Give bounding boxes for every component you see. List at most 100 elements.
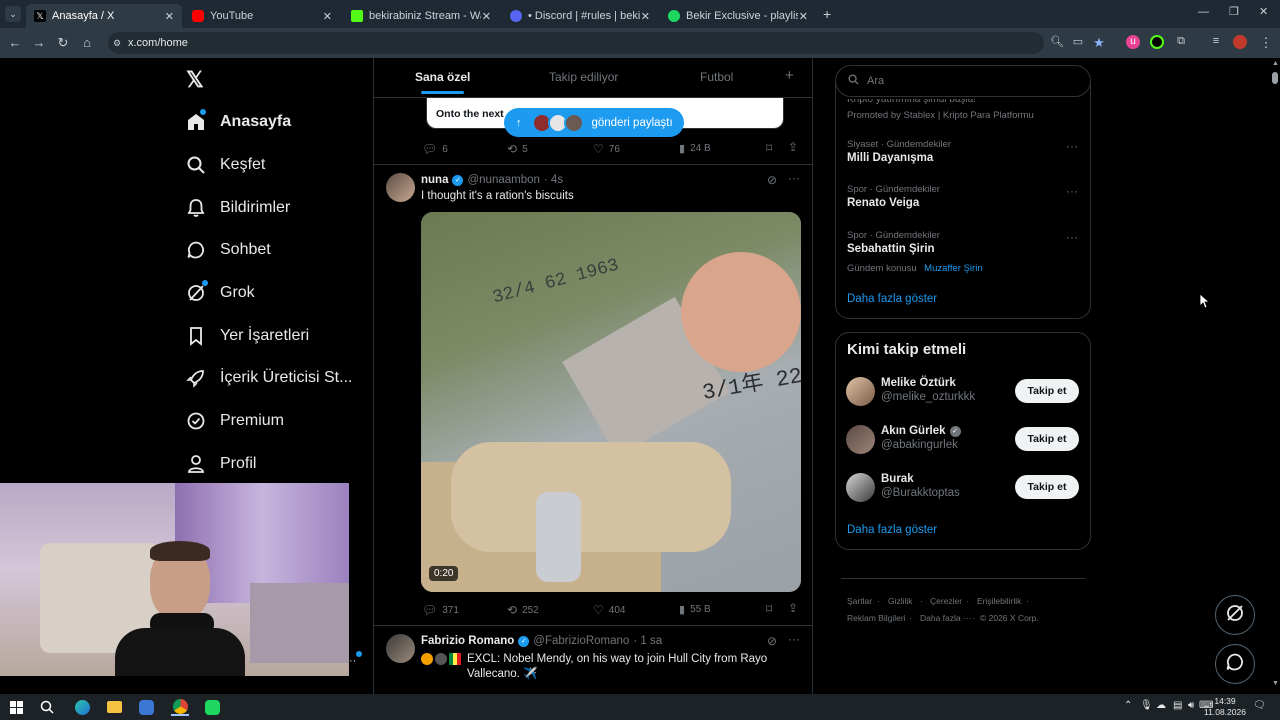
scroll-down-icon[interactable]: ▼ — [1272, 680, 1279, 687]
close-tab-icon[interactable]: ✕ — [799, 10, 808, 23]
cast-icon[interactable]: ▭ — [1070, 35, 1086, 48]
page-scrollbar[interactable]: ▲ ▼ — [1270, 58, 1280, 694]
show-more-follow-link[interactable]: Daha fazla göster — [847, 524, 937, 536]
footer-link-more[interactable]: Daha fazla ··· — [920, 613, 972, 623]
nav-explore[interactable]: Keşfet — [186, 150, 265, 180]
cloud-icon[interactable]: ☁ — [1156, 700, 1166, 711]
trend-item[interactable]: Spor · Gündemdekiler Sebahattin Şirin Gü… — [847, 230, 983, 276]
views-button[interactable]: ▮ 55 B — [679, 603, 711, 616]
browser-tab-kick[interactable]: bekirabiniz Stream - Watch Live ✕ — [343, 4, 499, 28]
nav-grok[interactable]: Grok — [186, 278, 255, 308]
footer-link-terms[interactable]: Şartlar — [847, 596, 872, 606]
promo-label[interactable]: Promoted by Stablex | Kripto Para Platfo… — [847, 110, 1034, 121]
avatar[interactable] — [846, 473, 875, 502]
follow-button[interactable]: Takip et — [1015, 475, 1079, 499]
minimize-window-button[interactable]: — — [1198, 6, 1209, 18]
messages-fab-button[interactable] — [1215, 644, 1255, 684]
footer-link-ads-info[interactable]: Reklam Bilgileri — [847, 613, 906, 623]
follow-button[interactable]: Takip et — [1015, 379, 1079, 403]
back-icon[interactable]: ← — [7, 35, 23, 50]
tray-app-icon[interactable]: ▤ — [1173, 700, 1182, 711]
browser-tab-spotify[interactable]: Bekir Exclusive - playlist by Bek ✕ — [660, 4, 816, 28]
close-tab-icon[interactable]: ✕ — [323, 10, 332, 23]
bookmark-button[interactable]: ⌑ — [766, 141, 772, 155]
more-icon[interactable]: ··· — [788, 171, 800, 185]
tab-football[interactable]: Futbol — [700, 70, 733, 84]
close-tab-icon[interactable]: ✕ — [165, 10, 174, 23]
new-tab-button[interactable]: + — [823, 6, 831, 22]
zoom-icon[interactable]: 🔍︎ — [1049, 35, 1065, 48]
nav-creator-studio[interactable]: İçerik Üreticisi St... — [186, 363, 352, 393]
taskbar-search-icon[interactable] — [38, 698, 56, 716]
nav-chat[interactable]: Sohbet — [186, 235, 271, 265]
bookmark-button[interactable]: ⌑ — [766, 602, 772, 616]
volume-icon[interactable]: 🔊︎ — [1188, 700, 1194, 711]
scroll-up-icon[interactable]: ▲ — [1272, 60, 1279, 67]
avatar[interactable] — [386, 173, 415, 202]
profile-avatar-icon[interactable] — [1233, 35, 1247, 49]
extension-icon[interactable] — [1150, 35, 1164, 49]
share-button[interactable]: ⇪ — [788, 140, 798, 154]
trend-item[interactable]: Spor · Gündemdekiler Renato Veiga — [847, 184, 940, 209]
browser-tab-discord[interactable]: • Discord | #rules | bekirabiniz ✕ — [502, 4, 658, 28]
repost-button[interactable]: ⟲ 252 — [507, 603, 539, 617]
post-time[interactable]: · 1 sa — [633, 635, 662, 647]
author-handle[interactable]: @nunaambon — [467, 174, 539, 186]
x-logo-icon[interactable]: 𝕏 — [186, 67, 204, 93]
trend-item[interactable]: Siyaset · Gündemdekiler Milli Dayanışma — [847, 139, 951, 164]
site-info-icon[interactable]: ⚙ — [113, 38, 121, 49]
avatar[interactable] — [846, 377, 875, 406]
file-explorer-icon[interactable] — [105, 698, 123, 716]
footer-link-privacy[interactable]: Gizlilik — [888, 596, 913, 606]
app-icon[interactable] — [137, 698, 155, 716]
windows-start-icon[interactable] — [7, 698, 25, 716]
forward-icon[interactable]: → — [31, 35, 47, 50]
trend-sub-link[interactable]: Muzaffer Şirin — [924, 263, 982, 274]
author-name[interactable]: Fabrizio Romano — [421, 635, 514, 647]
follow-button[interactable]: Takip et — [1015, 427, 1079, 451]
repost-button[interactable]: ⟲ 5 — [507, 142, 528, 156]
more-icon[interactable]: ··· — [788, 632, 800, 646]
tab-search-icon[interactable]: ≡ — [1208, 35, 1224, 47]
reload-icon[interactable]: ↻ — [55, 35, 71, 51]
tab-list-button[interactable]: ⌄ — [5, 6, 21, 22]
footer-link-cookies[interactable]: Çerezler — [930, 596, 962, 606]
trend-more-icon[interactable]: ··· — [1066, 230, 1078, 244]
add-tab-icon[interactable]: + — [785, 67, 794, 84]
browser-tab-youtube[interactable]: YouTube ✕ — [184, 4, 340, 28]
follow-suggestion[interactable]: Burak @Burakktoptas — [846, 473, 960, 502]
scrollbar-thumb[interactable] — [1272, 72, 1278, 84]
reply-button[interactable]: 💬︎ 6 — [422, 142, 448, 156]
post-time[interactable]: · 4s — [544, 174, 563, 186]
extensions-puzzle-icon[interactable]: ⧉ — [1173, 35, 1189, 48]
more-options-dots-icon[interactable]: ·· — [349, 655, 356, 667]
notification-center-icon[interactable]: 🗨︎ — [1253, 700, 1266, 711]
grok-fab-button[interactable] — [1215, 595, 1255, 635]
bookmark-star-icon[interactable]: ★ — [1091, 35, 1107, 51]
extension-icon[interactable]: u — [1126, 35, 1140, 49]
views-button[interactable]: ▮ 24 B — [679, 142, 711, 155]
grok-icon[interactable]: ⊘ — [767, 634, 777, 648]
microphone-icon[interactable]: 🎙︎ — [1140, 700, 1153, 711]
nav-bookmarks[interactable]: Yer İşaretleri — [186, 321, 309, 351]
reply-button[interactable]: 💬︎ 371 — [422, 603, 459, 617]
chrome-browser-icon[interactable] — [171, 698, 189, 716]
author-name[interactable]: nuna — [421, 174, 448, 186]
close-tab-icon[interactable]: ✕ — [641, 10, 650, 23]
grok-icon[interactable]: ⊘ — [767, 173, 777, 187]
browser-tab-x[interactable]: 𝕏 Anasayfa / X ✕ — [26, 4, 182, 28]
close-window-button[interactable]: ✕ — [1259, 5, 1268, 18]
author-handle[interactable]: @FabrizioRomano — [533, 635, 629, 647]
tab-for-you[interactable]: Sana özel — [415, 70, 470, 94]
home-page-icon[interactable]: ⌂ — [79, 35, 95, 50]
tab-following[interactable]: Takip ediliyor — [549, 70, 618, 84]
address-bar[interactable]: ⚙ x.com/home — [108, 32, 1044, 54]
avatar[interactable] — [846, 425, 875, 454]
clock[interactable]: 14:39 11.08.2026 — [1200, 696, 1250, 718]
browser-menu-icon[interactable]: ⋮ — [1258, 35, 1274, 51]
edge-browser-icon[interactable] — [73, 698, 91, 716]
nav-premium[interactable]: Premium — [186, 406, 284, 436]
show-more-trends-link[interactable]: Daha fazla göster — [847, 293, 937, 305]
trend-more-icon[interactable]: ··· — [1066, 139, 1078, 153]
restore-window-button[interactable]: ❐ — [1229, 5, 1239, 18]
